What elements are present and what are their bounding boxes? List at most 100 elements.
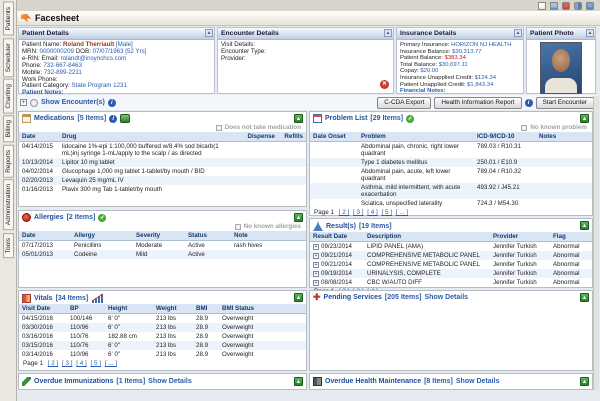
- patient-photo: [540, 42, 582, 94]
- table-row[interactable]: 05/01/2013 Codeine Mild Active: [19, 250, 306, 259]
- encounter-details-title: Encounter Details: [221, 30, 279, 37]
- table-row[interactable]: Sciatica, unspecified laterality 724.3 /…: [310, 199, 592, 208]
- page-link[interactable]: [ 5 ]: [381, 209, 392, 216]
- allergies-count[interactable]: [2 Items]: [67, 214, 96, 221]
- collapse-medications-button[interactable]: ▲: [294, 114, 303, 123]
- table-row[interactable]: +09/21/2014 COMPREHENSIVE METABOLIC PANE…: [310, 251, 592, 260]
- monitor-icon[interactable]: [550, 1, 558, 10]
- vertical-scrollbar[interactable]: [593, 96, 599, 390]
- expand-row-icon[interactable]: +: [313, 244, 319, 250]
- sidebar-tab-billing[interactable]: Billing: [2, 115, 14, 143]
- collapse-encounter-button[interactable]: ▴: [384, 29, 392, 37]
- table-row[interactable]: 03/16/2016 110/76 182.88 cm 213 lbs 28.9 Ov…: [19, 332, 306, 341]
- table-row[interactable]: Asthma, mild intermittent, with acute ex…: [310, 183, 592, 199]
- page-link[interactable]: [ 4 ]: [76, 360, 87, 367]
- table-row[interactable]: 03/14/2016 110/96 6' 0" 213 lbs 28.9 Overwe…: [19, 350, 306, 359]
- pat-unapplied-value: $1,843.34: [467, 81, 494, 88]
- sidebar-tab-scheduler[interactable]: Scheduler: [2, 37, 14, 77]
- table-row[interactable]: +08/08/2014 CBC W/AUTO DIFF Jennifer Tur…: [310, 278, 592, 287]
- collapse-pending-button[interactable]: ▲: [580, 293, 589, 302]
- table-row[interactable]: 03/30/2016 110/96 6' 0" 213 lbs 28.9 Overwe…: [19, 323, 306, 332]
- table-row[interactable]: 04/15/2016 100/146 6' 0" 213 lbs 28.9 Overw…: [19, 314, 306, 324]
- table-row[interactable]: +09/23/2014 LIPID PANEL (AMA) Jennifer T…: [310, 242, 592, 252]
- medications-info-icon[interactable]: i: [109, 114, 118, 123]
- collapse-immunizations-button[interactable]: ▲: [294, 377, 303, 386]
- collapse-vitals-button[interactable]: ▲: [294, 293, 303, 302]
- collapse-problem-list-button[interactable]: ▲: [580, 114, 589, 123]
- medications-header-row: Date Drug Dispense Refills: [19, 132, 306, 142]
- page-link[interactable]: [ ... ]: [396, 209, 408, 216]
- page-link[interactable]: [ 4 ]: [367, 209, 378, 216]
- collapse-photo-button[interactable]: ▴: [586, 29, 594, 37]
- page-link[interactable]: [ 2 ]: [48, 360, 59, 367]
- table-row[interactable]: +09/21/2014 COMPREHENSIVE METABOLIC PANE…: [310, 260, 592, 269]
- table-row[interactable]: 04/02/2014 Glucophage 1,000 mg tablet 1-…: [19, 167, 306, 176]
- info-icon[interactable]: i: [107, 98, 116, 107]
- page-link[interactable]: [ 3 ]: [62, 360, 73, 367]
- no-known-problem-checkbox[interactable]: [521, 124, 528, 131]
- no-known-allergies-checkbox[interactable]: [234, 223, 241, 230]
- note-icon[interactable]: [538, 1, 546, 10]
- sidebar-tab-tools[interactable]: Tools: [2, 232, 14, 258]
- pending-services-count[interactable]: [205 Items]: [385, 294, 422, 301]
- overdue-health-maintenance-section: Overdue Health Maintenance [8 Items] Sho…: [309, 373, 593, 390]
- medications-count[interactable]: [5 Items]: [77, 115, 106, 122]
- expand-row-icon[interactable]: +: [313, 262, 319, 268]
- user-icon[interactable]: [586, 1, 594, 10]
- table-row[interactable]: 01/16/2013 Plavix 300 mg Tab 1-tablet/by…: [19, 185, 306, 194]
- does-not-take-medication-label: Does not take medication: [224, 124, 301, 131]
- encounter-error-icon[interactable]: ✕: [380, 80, 389, 89]
- collapse-allergies-button[interactable]: ▲: [294, 213, 303, 222]
- problem-list-table: Date Onset Problem ICD-9/ICD-10 Notes Ab…: [310, 132, 592, 208]
- collapse-maintenance-button[interactable]: ▲: [580, 377, 589, 386]
- vitals-count[interactable]: [34 Items]: [56, 295, 89, 302]
- immunizations-count[interactable]: [1 Items]: [116, 378, 145, 385]
- patient-details-header: Patient Details ▴: [19, 28, 214, 40]
- sidebar-tab-patients[interactable]: Patients: [2, 2, 14, 36]
- results-count[interactable]: [19 Items]: [359, 223, 392, 230]
- table-row[interactable]: 04/14/2015 lidocaine 1%-epi 1:100,000 bu…: [19, 142, 306, 159]
- table-row[interactable]: 03/15/2016 110/76 6' 0" 213 lbs 28.9 Overwe…: [19, 341, 306, 350]
- pending-show-details-link[interactable]: Show Details: [424, 294, 468, 301]
- table-row[interactable]: +09/19/2014 URINALYSIS, COMPLETE Jennife…: [310, 269, 592, 278]
- collapse-patient-button[interactable]: ▴: [205, 29, 213, 37]
- expand-row-icon[interactable]: +: [313, 280, 319, 286]
- page-link[interactable]: [ 5 ]: [90, 360, 101, 367]
- table-row[interactable]: 10/13/2014 Lipitor 10 mg tablet: [19, 158, 306, 167]
- maintenance-count[interactable]: [8 Items]: [424, 378, 453, 385]
- table-row[interactable]: Abdominal pain, chronic, right lower qua…: [310, 142, 592, 159]
- group-icon[interactable]: [574, 1, 582, 10]
- expand-encounters-icon[interactable]: +: [20, 99, 27, 106]
- immunizations-show-details-link[interactable]: Show Details: [148, 378, 192, 385]
- insurance-details-header: Insurance Details ▴: [397, 28, 523, 40]
- vitals-chart-icon[interactable]: [91, 293, 105, 303]
- medications-print-icon[interactable]: [120, 114, 131, 123]
- facesheet-icon: [21, 13, 31, 23]
- report-info-icon[interactable]: i: [524, 98, 533, 107]
- medications-section: Medications [5 Items] i ▲ Does not take …: [18, 111, 307, 207]
- page-link[interactable]: [ ... ]: [105, 360, 117, 367]
- health-information-report-button[interactable]: Health Information Report: [434, 96, 522, 109]
- sidebar-tab-reports[interactable]: Reports: [2, 144, 14, 178]
- table-row[interactable]: 07/17/2013 Penicillins Moderate Active r…: [19, 241, 306, 251]
- financial-notes-link[interactable]: Financial Notes:: [400, 88, 446, 94]
- page-link[interactable]: [ 2 ]: [339, 209, 350, 216]
- patient-alert-icon[interactable]: [562, 1, 570, 10]
- expand-row-icon[interactable]: +: [313, 253, 319, 259]
- ccda-export-button[interactable]: C-CDA Export: [377, 96, 432, 109]
- health-maintenance-icon: [313, 377, 322, 386]
- table-row[interactable]: 02/20/2013 Levaquin 25 mg/mL IV: [19, 176, 306, 185]
- start-encounter-button[interactable]: Start Encounter: [535, 96, 594, 109]
- page-link[interactable]: [ 3 ]: [353, 209, 364, 216]
- problem-list-count[interactable]: [29 Items]: [370, 115, 403, 122]
- collapse-results-button[interactable]: ▲: [580, 221, 589, 230]
- does-not-take-medication-checkbox[interactable]: [215, 124, 222, 131]
- expand-row-icon[interactable]: +: [313, 271, 319, 277]
- maintenance-show-details-link[interactable]: Show Details: [456, 378, 500, 385]
- clock-icon: [30, 98, 38, 107]
- table-row[interactable]: Abdominal pain, acute, left lower quadra…: [310, 167, 592, 183]
- sidebar-tab-charting[interactable]: Charting: [2, 78, 14, 114]
- collapse-insurance-button[interactable]: ▴: [514, 29, 522, 37]
- sidebar-tab-administration[interactable]: Administration: [2, 179, 14, 231]
- table-row[interactable]: Type 1 diabetes mellitus 250.01 / E10.9: [310, 158, 592, 167]
